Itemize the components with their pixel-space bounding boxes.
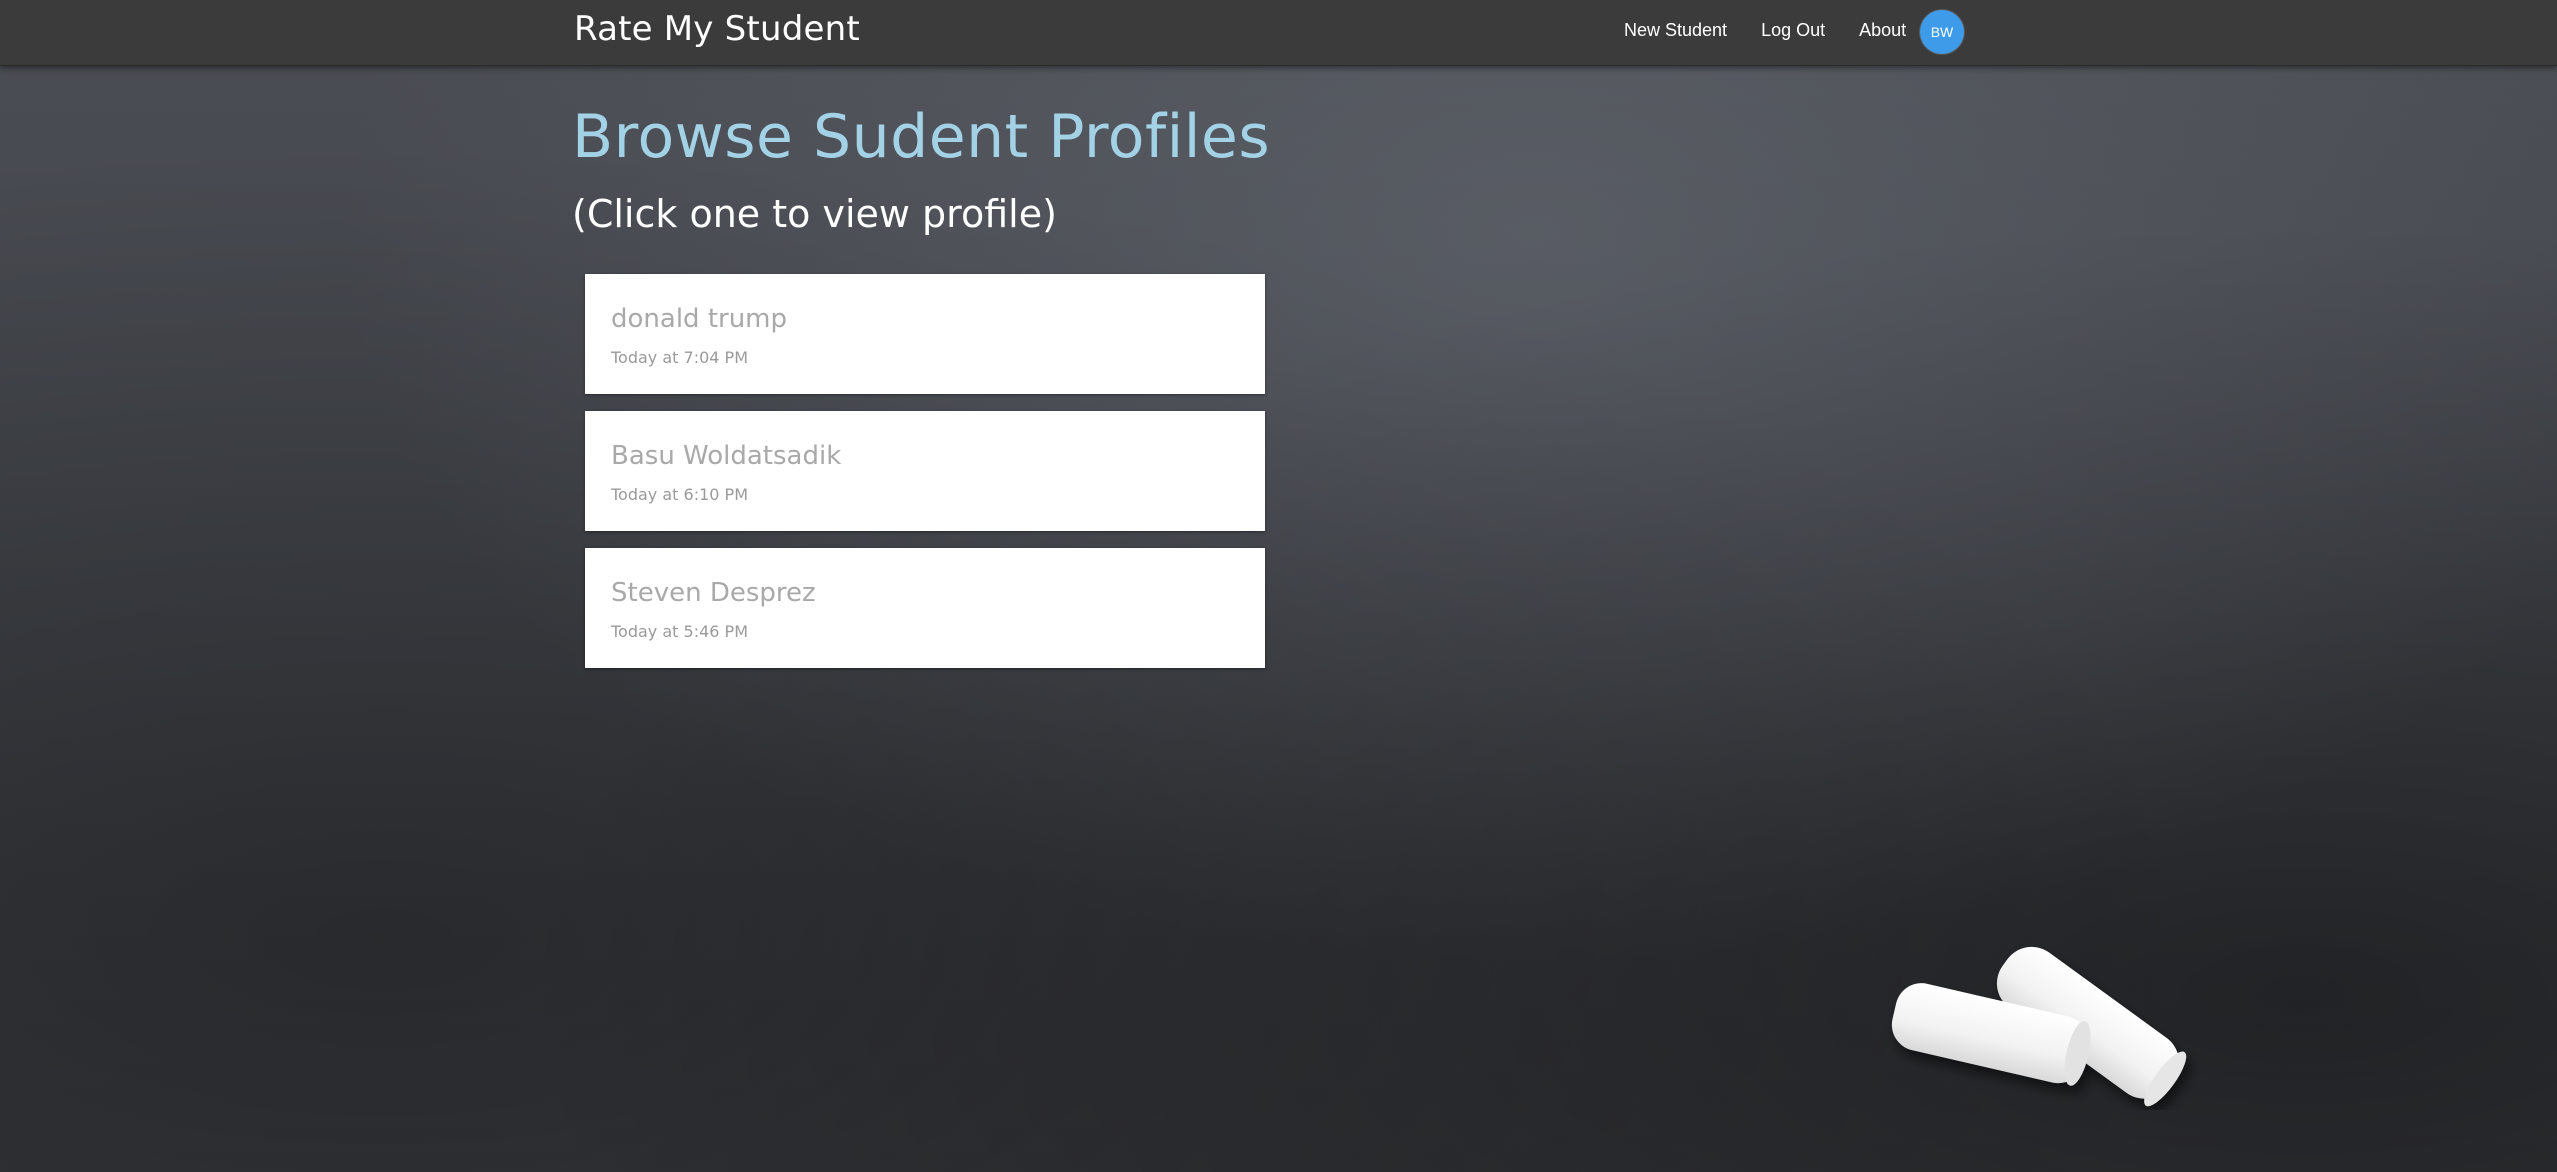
student-card[interactable]: Basu Woldatsadik Today at 6:10 PM [585, 411, 1265, 531]
student-timestamp: Today at 6:10 PM [611, 485, 748, 504]
user-avatar[interactable]: BW [1920, 10, 1964, 54]
student-timestamp: Today at 7:04 PM [611, 348, 748, 367]
chalk-pieces-image [1880, 880, 2240, 1110]
page-subtitle: (Click one to view profile) [572, 192, 1057, 236]
page-title: Browse Sudent Profiles [572, 102, 1271, 172]
nav-about-link[interactable]: About [1859, 20, 1906, 41]
nav-links: New Student Log Out About [1624, 20, 1940, 41]
student-timestamp: Today at 5:46 PM [611, 622, 748, 641]
nav-new-student-link[interactable]: New Student [1624, 20, 1727, 41]
student-list: donald trump Today at 7:04 PM Basu Wolda… [585, 274, 1265, 685]
student-name: donald trump [611, 304, 788, 334]
student-card[interactable]: donald trump Today at 7:04 PM [585, 274, 1265, 394]
student-card[interactable]: Steven Desprez Today at 5:46 PM [585, 548, 1265, 668]
student-name: Steven Desprez [611, 578, 816, 608]
top-navbar: Rate My Student New Student Log Out Abou… [0, 0, 2557, 66]
brand-logo-link[interactable]: Rate My Student [574, 9, 860, 49]
nav-log-out-link[interactable]: Log Out [1761, 20, 1825, 41]
student-name: Basu Woldatsadik [611, 441, 842, 471]
